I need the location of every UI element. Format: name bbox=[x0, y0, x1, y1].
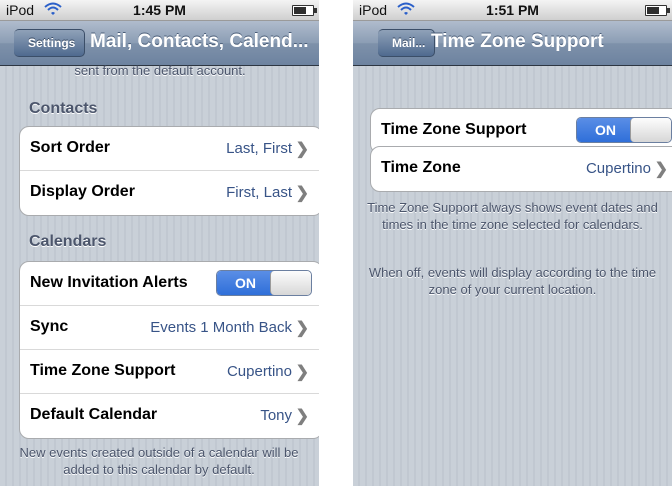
toggle-on-label: ON bbox=[217, 271, 274, 295]
section-header-calendars: Calendars bbox=[29, 233, 107, 250]
toggle-knob bbox=[270, 271, 311, 295]
navigation-bar: Settings Mail, Contacts, Calend... bbox=[0, 21, 319, 66]
status-time: 1:45 PM bbox=[133, 2, 186, 18]
row-label: Sync bbox=[30, 318, 69, 335]
default-calendar-footnote: New events created outside of a calendar… bbox=[19, 445, 299, 477]
new-invitation-alerts-row: New Invitation Alerts ON bbox=[20, 262, 319, 306]
navigation-bar: Mail... Time Zone Support bbox=[353, 21, 672, 66]
chevron-right-icon: ❯ bbox=[295, 364, 309, 381]
row-label: Display Order bbox=[30, 183, 135, 200]
row-value: Cupertino bbox=[585, 160, 651, 177]
row-value: Cupertino bbox=[226, 363, 292, 380]
time-zone-support-row[interactable]: Time Zone Support Cupertino ❯ bbox=[20, 350, 319, 394]
battery-icon bbox=[645, 5, 670, 16]
tz-support-toggle[interactable]: ON bbox=[576, 117, 672, 143]
sync-row[interactable]: Sync Events 1 Month Back ❯ bbox=[20, 306, 319, 350]
status-bar: iPod 1:51 PM bbox=[353, 0, 672, 21]
page-title: Time Zone Support bbox=[431, 31, 604, 52]
back-button-mail[interactable]: Mail... bbox=[378, 29, 436, 57]
row-value: Tony bbox=[260, 407, 292, 424]
tz-note-2: When off, events will display according … bbox=[368, 265, 657, 297]
chevron-right-icon: ❯ bbox=[295, 408, 309, 425]
back-button-settings[interactable]: Settings bbox=[14, 29, 86, 57]
default-calendar-row[interactable]: Default Calendar Tony ❯ bbox=[20, 394, 319, 438]
row-value: Events 1 Month Back bbox=[150, 319, 292, 336]
page-title: Mail, Contacts, Calend... bbox=[90, 31, 309, 52]
section-header-contacts: Contacts bbox=[29, 100, 98, 117]
sort-order-row[interactable]: Sort Order Last, First ❯ bbox=[20, 127, 319, 171]
toggle-on-label: ON bbox=[577, 118, 634, 142]
status-bar: iPod 1:45 PM bbox=[0, 0, 319, 21]
toggle-knob bbox=[630, 118, 671, 142]
calendars-group: New Invitation Alerts ON Sync Events 1 M… bbox=[19, 261, 319, 439]
row-label: Time Zone Support bbox=[30, 362, 176, 379]
invitation-alerts-toggle[interactable]: ON bbox=[216, 270, 312, 296]
mail-contacts-calendars-screen: iPod 1:45 PM Settings Mail, Contacts, Ca… bbox=[0, 0, 319, 486]
display-order-row[interactable]: Display Order First, Last ❯ bbox=[20, 171, 319, 215]
status-time: 1:51 PM bbox=[486, 2, 539, 18]
partial-footnote: sent from the default account. bbox=[74, 63, 246, 78]
chevron-right-icon: ❯ bbox=[295, 141, 309, 158]
chevron-right-icon: ❯ bbox=[654, 161, 668, 178]
battery-icon bbox=[292, 5, 317, 16]
chevron-right-icon: ❯ bbox=[295, 185, 309, 202]
time-zone-support-screen: iPod 1:51 PM Mail... Time Zone Support T… bbox=[353, 0, 672, 486]
row-label: Sort Order bbox=[30, 139, 111, 156]
time-zone-row[interactable]: Time Zone Cupertino ❯ bbox=[371, 147, 672, 191]
contacts-group: Sort Order Last, First ❯ Display Order F… bbox=[19, 126, 319, 216]
tz-group: Time Zone Cupertino ❯ bbox=[370, 146, 672, 192]
row-value: Last, First bbox=[226, 140, 292, 157]
row-label: New Invitation Alerts bbox=[30, 274, 188, 291]
tz-note-1: Time Zone Support always shows event dat… bbox=[367, 200, 658, 232]
chevron-right-icon: ❯ bbox=[295, 320, 309, 337]
row-label: Time Zone bbox=[381, 159, 461, 176]
row-label: Time Zone Support bbox=[381, 121, 527, 138]
row-label: Default Calendar bbox=[30, 406, 158, 423]
row-value: First, Last bbox=[226, 184, 292, 201]
